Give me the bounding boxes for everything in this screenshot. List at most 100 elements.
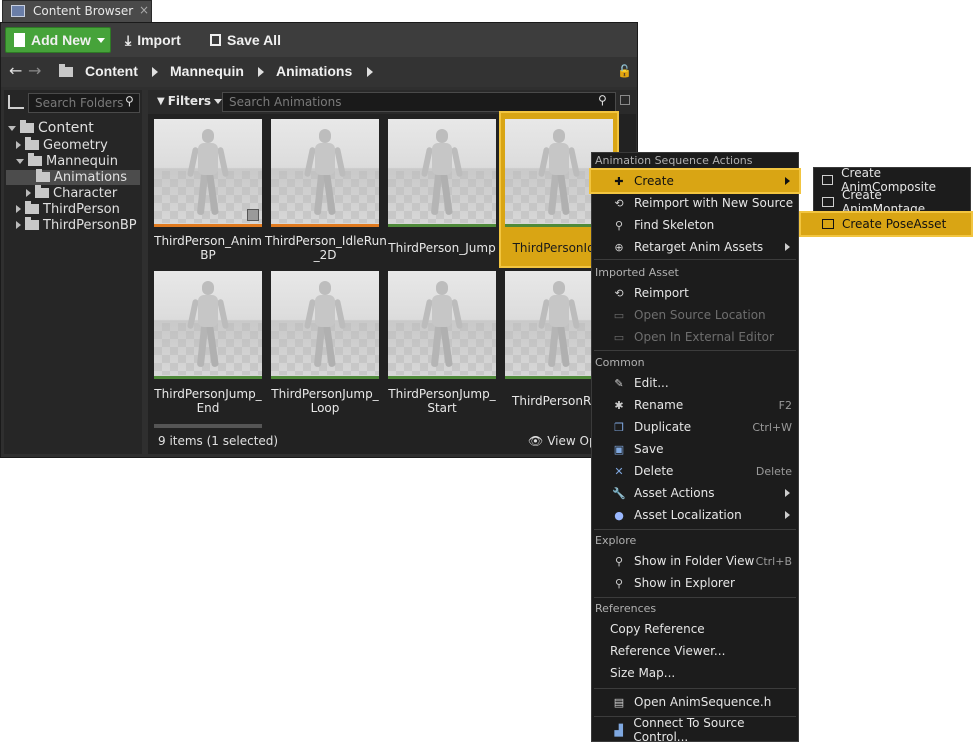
submenu-item-create-animcomposite[interactable]: Create AnimComposite <box>816 166 968 194</box>
menu-item-open-in-external-editor: ▭ Open In External Editor <box>613 330 774 344</box>
breadcrumb-mannequin[interactable]: Mannequin <box>170 63 244 79</box>
menu-section-header: Explore <box>595 534 637 547</box>
menu-item-save[interactable]: ▣ Save <box>594 439 796 459</box>
breadcrumb: ← → Content Mannequin Animations 🔓 <box>1 57 637 87</box>
add-new-label: Add New <box>31 32 91 48</box>
mannequin-thumbnail <box>303 129 347 217</box>
expand-arrow-icon[interactable] <box>16 221 21 229</box>
forward-arrow-icon[interactable]: → <box>28 61 41 80</box>
submenu-item-create-poseasset[interactable]: Create PoseAsset <box>816 214 968 234</box>
add-new-button[interactable]: Add New <box>5 27 111 53</box>
mannequin-thumbnail <box>420 129 464 217</box>
duplicate-icon: ❐ <box>614 420 624 434</box>
menu-item-retarget-anim-assets[interactable]: ⊕ Retarget Anim Assets <box>594 237 796 257</box>
folder-icon <box>25 137 39 150</box>
expand-arrow-icon[interactable] <box>16 205 21 213</box>
content-browser-tab[interactable]: Content Browser × <box>2 0 152 22</box>
folder-tree-panel: Search Folders ⚲ Content Geometry Manneq… <box>4 90 142 454</box>
expand-arrow-icon[interactable] <box>26 189 31 197</box>
menu-item-reference-viewer[interactable]: Reference Viewer... <box>594 641 812 661</box>
menu-item-asset-actions[interactable]: 🔧 Asset Actions <box>594 483 796 503</box>
menu-section-header: References <box>595 602 657 615</box>
back-arrow-icon[interactable]: ← <box>9 61 22 80</box>
import-button[interactable]: ⤓ Import <box>125 27 181 53</box>
menu-item-find-skeleton[interactable]: ⚲ Find Skeleton <box>594 215 796 235</box>
context-menu: Animation Sequence Actions ✚ Create ⟲ Reim… <box>589 152 801 744</box>
scrollbar[interactable] <box>154 424 262 428</box>
submenu-arrow-icon <box>785 489 790 497</box>
delete-icon: ✕ <box>614 464 624 478</box>
menu-item-duplicate[interactable]: ❐ Duplicate Ctrl+W <box>594 417 796 437</box>
view-options-button[interactable]: 👁 View Op <box>528 434 597 448</box>
menu-item-delete[interactable]: ✕ Delete Delete <box>594 461 796 481</box>
menu-item-reimport[interactable]: ⟲ Reimport <box>594 283 796 303</box>
save-search-icon[interactable] <box>620 95 630 105</box>
submenu-arrow-icon <box>785 243 790 251</box>
menu-item-copy-reference[interactable]: Copy Reference <box>594 619 812 639</box>
rename-icon: ✱ <box>614 398 624 412</box>
filters-button[interactable]: ▼ Filters <box>157 94 223 108</box>
save-all-button[interactable]: Save All <box>210 27 281 53</box>
expand-arrow-icon[interactable] <box>16 141 21 149</box>
mannequin-thumbnail <box>537 129 581 217</box>
menu-item-asset-localization[interactable]: ● Asset Localization <box>594 505 796 525</box>
menu-item-rename[interactable]: ✱ Rename F2 <box>594 395 796 415</box>
search-icon: ⚲ <box>614 576 624 590</box>
breadcrumb-separator-icon[interactable] <box>152 67 158 77</box>
asset-type-bar <box>271 376 379 379</box>
menu-item-show-in-explorer[interactable]: ⚲ Show in Explorer <box>594 573 796 593</box>
folder-icon <box>35 185 49 198</box>
menu-item-open-animsequence-h[interactable]: ▤ Open AnimSequence.h <box>594 692 796 712</box>
asset-tile[interactable] <box>388 119 496 227</box>
menu-item-size-map[interactable]: Size Map... <box>594 663 812 683</box>
tree-item-character[interactable]: Character <box>26 185 117 201</box>
tree-item-thirdpersonbp[interactable]: ThirdPersonBP <box>16 217 137 233</box>
lock-icon[interactable]: 🔓 <box>617 64 632 78</box>
menu-divider <box>594 688 796 689</box>
submenu-arrow-icon <box>785 511 790 519</box>
sources-panel-toggle-icon[interactable] <box>8 95 24 109</box>
breadcrumb-animations[interactable]: Animations <box>276 63 352 79</box>
wrench-icon: 🔧 <box>612 486 626 500</box>
menu-item-reimport-with-new-source[interactable]: ⟲ Reimport with New Source <box>594 193 796 213</box>
breadcrumb-content[interactable]: Content <box>85 63 138 79</box>
tree-item-animations[interactable]: Animations <box>36 169 127 185</box>
menu-item-connect-to-source-control[interactable]: ▟ Connect To Source Control... <box>594 716 796 744</box>
asset-tile[interactable] <box>154 271 262 379</box>
search-animations-input[interactable]: Search Animations <box>222 92 616 112</box>
asset-tile[interactable] <box>154 119 262 227</box>
menu-item-show-in-folder-view[interactable]: ⚲ Show in Folder View Ctrl+B <box>594 551 796 571</box>
reimport-icon: ⟲ <box>614 196 624 210</box>
asset-type-bar <box>154 376 262 379</box>
create-submenu: Create AnimComposite Create AnimMontage … <box>799 166 973 237</box>
folder-icon <box>25 217 39 230</box>
tree-item-mannequin[interactable]: Mannequin <box>16 153 118 169</box>
submenu-item-create-animmontage[interactable]: Create AnimMontage <box>816 188 968 216</box>
tree-item-thirdperson[interactable]: ThirdPerson <box>16 201 120 217</box>
mannequin-thumbnail <box>303 281 347 369</box>
menu-item-create[interactable]: ✚ Create <box>594 171 796 191</box>
search-folders-input[interactable]: Search Folders <box>28 93 140 113</box>
search-icon: ⚲ <box>125 94 134 108</box>
menu-section-header: Common <box>595 356 645 369</box>
menu-divider <box>594 597 796 598</box>
menu-item-edit[interactable]: ✎ Edit... <box>594 373 796 393</box>
asset-tile[interactable] <box>271 119 379 227</box>
folder-icon: ▭ <box>613 308 625 322</box>
tree-item-geometry[interactable]: Geometry <box>16 137 108 153</box>
breadcrumb-separator-icon[interactable] <box>367 67 373 77</box>
expand-arrow-icon[interactable] <box>16 158 24 164</box>
asset-tile[interactable] <box>388 271 496 379</box>
breadcrumb-separator-icon[interactable] <box>258 67 264 77</box>
expand-arrow-icon[interactable] <box>8 125 16 131</box>
save-icon <box>210 34 221 46</box>
tree-item-content[interactable]: Content <box>8 120 94 136</box>
tree-item-label: ThirdPersonBP <box>43 217 137 233</box>
asset-name: ThirdPersonJump_ End <box>154 387 262 415</box>
chevron-down-icon <box>214 98 223 104</box>
asset-type-bar <box>271 224 379 227</box>
asset-tile[interactable] <box>271 271 379 379</box>
mannequin-thumbnail <box>420 281 464 369</box>
tab-close-icon[interactable]: × <box>139 3 149 17</box>
menu-divider <box>594 529 796 530</box>
